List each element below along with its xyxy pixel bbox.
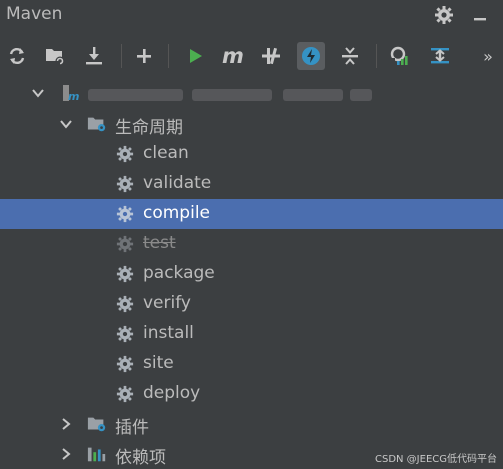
gear-icon [115, 234, 135, 254]
tree-row-plugins[interactable]: 插件 [0, 409, 503, 439]
redacted-text [192, 89, 272, 101]
phase-item-clean[interactable]: clean [0, 139, 503, 169]
tree-row-project[interactable]: m [0, 78, 503, 108]
gear-icon [115, 174, 135, 194]
gear-icon [115, 384, 135, 404]
collapse-all-icon[interactable] [336, 42, 364, 70]
plugins-folder-icon [87, 414, 107, 434]
plugins-label: 插件 [115, 418, 149, 438]
redacted-text [350, 89, 372, 101]
toolbar-separator [121, 44, 122, 68]
phase-label: package [143, 263, 215, 283]
toggle-offline-icon[interactable] [257, 42, 285, 70]
maven-project-icon: m [61, 83, 81, 103]
phase-item-verify[interactable]: verify [0, 289, 503, 319]
svg-text:m: m [68, 90, 79, 103]
dependencies-label: 依赖项 [115, 448, 166, 468]
phase-label: test [143, 233, 176, 253]
toolbar-separator [168, 44, 169, 68]
phase-label: deploy [143, 383, 201, 403]
phase-item-compile[interactable]: compile [0, 199, 503, 229]
show-diagram-icon[interactable] [426, 42, 454, 70]
tool-window-header: Maven [0, 0, 503, 30]
dependencies-icon [87, 444, 107, 464]
phase-item-install[interactable]: install [0, 319, 503, 349]
tool-window-title: Maven [6, 4, 63, 24]
phase-item-deploy[interactable]: deploy [0, 379, 503, 409]
chevron-down-icon[interactable] [58, 116, 74, 132]
phase-label: verify [143, 293, 191, 313]
phase-label: site [143, 353, 174, 373]
svg-text:m: m [222, 45, 244, 67]
skip-tests-icon[interactable] [297, 42, 325, 70]
gear-icon [115, 264, 135, 284]
run-icon[interactable] [181, 42, 209, 70]
watermark: CSDN @JEECG低代码平台 [374, 454, 497, 465]
chevron-right-icon[interactable] [58, 446, 74, 462]
maven-toolbar: m » [0, 36, 503, 76]
chevron-right-icon[interactable] [58, 416, 74, 432]
lifecycle-label: 生命周期 [115, 118, 183, 138]
more-actions-button[interactable]: » [474, 42, 502, 70]
gear-icon [115, 144, 135, 164]
gear-icon [115, 354, 135, 374]
download-icon[interactable] [80, 42, 108, 70]
phase-item-site[interactable]: site [0, 349, 503, 379]
reload-icon[interactable] [3, 42, 31, 70]
tree-row-lifecycle[interactable]: 生命周期 [0, 109, 503, 139]
phase-label: validate [143, 173, 212, 193]
toolbar-separator [376, 44, 377, 68]
phase-label: clean [143, 143, 189, 163]
lifecycle-folder-icon [87, 114, 107, 134]
add-icon[interactable] [130, 42, 158, 70]
phase-item-package[interactable]: package [0, 259, 503, 289]
phase-item-validate[interactable]: validate [0, 169, 503, 199]
gear-icon [115, 204, 135, 224]
chevron-down-icon[interactable] [30, 85, 46, 101]
generate-sources-icon[interactable] [41, 42, 69, 70]
gear-icon [115, 294, 135, 314]
redacted-text [88, 89, 183, 101]
redacted-text [283, 89, 343, 101]
analyze-dependencies-icon[interactable] [385, 42, 413, 70]
phase-item-test[interactable]: test [0, 229, 503, 259]
maven-project-tree: m 生命周期 clean validate compile test packa… [0, 78, 503, 469]
gear-icon[interactable] [433, 4, 455, 26]
phase-label: install [143, 323, 194, 343]
gear-icon [115, 324, 135, 344]
phase-label: compile [143, 203, 211, 223]
execute-goal-icon[interactable]: m [219, 42, 247, 70]
minimize-icon[interactable] [469, 4, 491, 26]
